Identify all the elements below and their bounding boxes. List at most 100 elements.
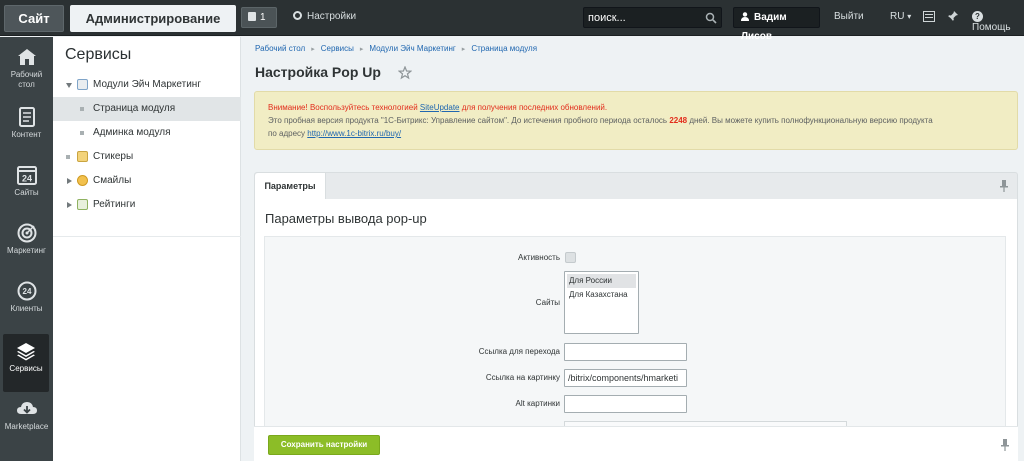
sidebar-divider xyxy=(53,236,241,237)
breadcrumb: Рабочий стол ▸ Сервисы ▸ Модули Эйч Маркетин… xyxy=(255,44,537,53)
language-code: RU xyxy=(890,11,905,22)
tab-administration[interactable]: Администрирование xyxy=(70,5,236,32)
content-icon xyxy=(18,107,35,127)
breadcrumb-link[interactable]: Модули Эйч Маркетинг xyxy=(369,44,455,53)
tab-parameters[interactable]: Параметры xyxy=(255,173,326,200)
active-label: Активность xyxy=(517,253,560,262)
settings-label: Настройки xyxy=(307,11,357,22)
tab-site[interactable]: Сайт xyxy=(4,5,64,32)
search-icon[interactable] xyxy=(705,12,717,24)
user-menu-button[interactable]: Вадим Лисов xyxy=(733,7,820,42)
trial-days-count: 2248 xyxy=(669,116,688,125)
tree-item-ratings[interactable]: Рейтинги xyxy=(53,193,241,217)
arrow-right-icon[interactable] xyxy=(67,202,72,208)
sidebar-title: Сервисы xyxy=(65,46,132,63)
tree-label: Админка модуля xyxy=(93,127,171,138)
logout-link[interactable]: Выйти xyxy=(834,11,864,22)
calendar-24-icon: 24 xyxy=(16,166,37,185)
notification-icon xyxy=(248,12,256,21)
pin-icon[interactable] xyxy=(947,10,959,22)
warning-line-3: по адресу http://www.1c-bitrix.ru/buy/ xyxy=(268,127,1004,140)
top-admin-bar: Сайт Администрирование 1 Настройки Вадим… xyxy=(0,0,1024,42)
tree-item-module-page[interactable]: Страница модуля xyxy=(53,97,241,121)
bullet-icon xyxy=(80,131,84,135)
tree-item-stickers[interactable]: Стикеры xyxy=(53,145,241,169)
clients-24-icon: 24 xyxy=(17,281,36,301)
breadcrumb-link[interactable]: Сервисы xyxy=(321,44,354,53)
trial-warning-box: Внимание! Воспользуйтесь технологией Sit… xyxy=(254,91,1018,150)
alt-label: Alt картинки xyxy=(515,399,560,408)
warning-line-1: Внимание! Воспользуйтесь технологией Sit… xyxy=(268,101,1004,114)
notifications-button[interactable]: 1 xyxy=(241,7,277,28)
site-option[interactable]: Для Казахстана xyxy=(567,288,636,302)
panel-toggle-icon[interactable] xyxy=(923,11,935,22)
help-icon: ? xyxy=(972,11,983,22)
tree-label: Страница модуля xyxy=(93,103,176,114)
active-checkbox[interactable] xyxy=(565,252,576,263)
menu-item-content[interactable]: Контент xyxy=(0,100,53,158)
menu-label-clients: Клиенты xyxy=(10,304,43,313)
menu-item-clients[interactable]: 24 Клиенты xyxy=(0,274,53,332)
tree-item-module-admin[interactable]: Админка модуля xyxy=(53,121,241,145)
image-link-label: Ссылка на картинку xyxy=(485,373,560,382)
sites-label: Сайты xyxy=(535,298,560,307)
language-switcher[interactable]: RU ▾ xyxy=(890,11,911,22)
home-icon xyxy=(17,49,36,65)
tree-item-smiles[interactable]: Смайлы xyxy=(53,169,241,193)
pin-icon[interactable] xyxy=(1000,439,1010,451)
arrow-right-icon[interactable] xyxy=(67,178,72,184)
warning-line-2: Это пробная версия продукта "1С-Битрикс:… xyxy=(268,114,1004,127)
chevron-right-icon: ▸ xyxy=(359,46,364,53)
sites-multiselect[interactable]: Для России Для Казахстана xyxy=(564,271,639,334)
gear-icon xyxy=(293,11,302,20)
link-label: Ссылка для перехода xyxy=(478,347,560,356)
link-input[interactable] xyxy=(564,343,687,361)
menu-item-sites[interactable]: 24 Сайты xyxy=(0,158,53,216)
menu-label-services: Сервисы xyxy=(9,364,43,373)
tree-item-hmarketing-modules[interactable]: Модули Эйч Маркетинг xyxy=(53,73,241,97)
layers-icon xyxy=(17,343,35,361)
save-button[interactable]: Сохранить настройки xyxy=(268,435,380,455)
menu-item-services[interactable]: Сервисы xyxy=(3,334,49,392)
menu-label-content: Контент xyxy=(11,130,42,139)
rating-icon xyxy=(77,199,88,210)
chevron-right-icon: ▸ xyxy=(311,46,315,53)
alt-input[interactable] xyxy=(564,395,687,413)
menu-label-desktop-1: Рабочий xyxy=(10,70,43,79)
image-link-input[interactable]: /bitrix/components/hmarketi xyxy=(564,369,687,387)
arrow-down-icon[interactable] xyxy=(66,83,72,88)
menu-label-sites: Сайты xyxy=(14,188,39,197)
help-link[interactable]: ?Помощь xyxy=(972,11,1024,33)
sticker-icon xyxy=(77,151,88,162)
warning-text: Внимание! Воспользуйтесь технологией xyxy=(268,103,420,112)
cloud-download-icon xyxy=(16,402,37,414)
menu-label-marketplace: Marketplace xyxy=(4,422,49,431)
clients-badge: 24 xyxy=(22,287,31,296)
buy-link[interactable]: http://www.1c-bitrix.ru/buy/ xyxy=(307,129,401,138)
tree-label: Модули Эйч Маркетинг xyxy=(93,79,201,90)
site-option[interactable]: Для России xyxy=(567,274,636,288)
search-box xyxy=(583,7,722,28)
menu-label-marketing: Маркетинг xyxy=(7,246,46,255)
pin-icon[interactable] xyxy=(999,180,1009,192)
chevron-down-icon: ▾ xyxy=(907,12,912,21)
calendar-badge: 24 xyxy=(21,174,31,184)
settings-link[interactable]: Настройки xyxy=(293,11,356,22)
search-input[interactable] xyxy=(588,10,700,25)
menu-item-marketing[interactable]: Маркетинг xyxy=(0,216,53,274)
help-label: Помощь xyxy=(972,22,1011,33)
services-sidebar: Сервисы Модули Эйч Маркетинг Страница мо… xyxy=(53,37,241,461)
user-icon xyxy=(741,12,749,21)
left-main-menu: Рабочий стол Контент 24 Сайты Маркетинг xyxy=(0,37,53,461)
breadcrumb-link[interactable]: Страница модуля xyxy=(471,44,537,53)
warning-text: для получения последних обновлений. xyxy=(459,103,608,112)
star-icon[interactable] xyxy=(398,66,412,80)
menu-item-desktop[interactable]: Рабочий стол xyxy=(0,40,53,98)
tree-label: Рейтинги xyxy=(93,199,136,210)
menu-item-marketplace[interactable]: Marketplace xyxy=(0,392,53,450)
tree-label: Смайлы xyxy=(93,175,132,186)
breadcrumb-link[interactable]: Рабочий стол xyxy=(255,44,305,53)
siteupdate-link[interactable]: SiteUpdate xyxy=(420,103,460,112)
bullet-icon xyxy=(66,155,70,159)
warning-text: по адресу xyxy=(268,129,308,138)
